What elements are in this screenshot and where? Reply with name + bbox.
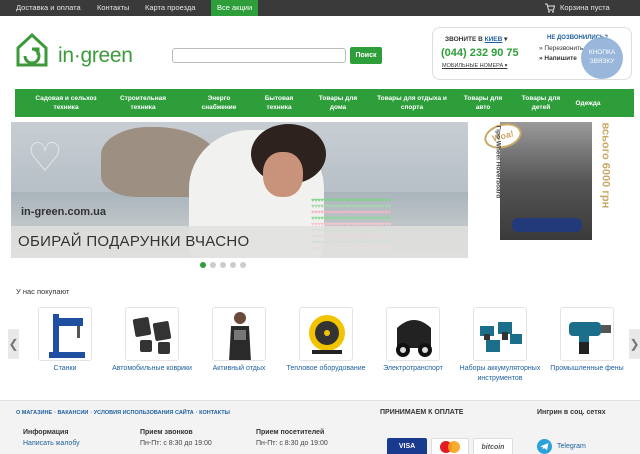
banner-title: ОБИРАЙ ПОДАРУНКИ ВЧАСНО	[11, 226, 468, 258]
product-label[interactable]: Станки	[22, 364, 108, 374]
carousel-prev-button[interactable]: ❮	[8, 329, 19, 359]
side-banner-price: всього 6000 грн	[599, 122, 611, 209]
product-label[interactable]: Электротранспорт	[370, 364, 456, 374]
cart-icon[interactable]	[545, 3, 555, 13]
all-promotions-link[interactable]: Все акции	[211, 0, 259, 16]
telegram-icon[interactable]	[537, 439, 552, 454]
car-mats-icon	[125, 307, 179, 361]
social-title: Ингрин в соц. сетях	[537, 409, 606, 416]
top-bar: Доставка и оплата Контакты Карта проезда…	[0, 0, 640, 16]
nav-garden[interactable]: Садовая и сельхоз техника	[23, 89, 109, 117]
nav-energy[interactable]: Энерго снабжение	[193, 89, 245, 117]
product-label[interactable]: Наборы аккумуляторных инструментов	[457, 364, 543, 384]
wetsuit-icon	[212, 307, 266, 361]
mobile-numbers-link[interactable]: МОБИЛЬНЫЕ НОМЕРА ▾	[442, 63, 507, 69]
heater-icon	[299, 307, 353, 361]
hero-banner[interactable]: ♡ in-green.com.ua ♥♥♥♥♥♥♥♥♥♥♥♥♥♥♥♥♥♥♥♥♥♥…	[11, 122, 468, 258]
write-link[interactable]: » Напишите	[539, 55, 577, 62]
slider-dot-1[interactable]	[200, 262, 206, 268]
product-tile[interactable]: Станки	[22, 307, 108, 374]
nav-sport[interactable]: Товары для отдыха и спорта	[373, 89, 451, 117]
logo[interactable]: in·green	[15, 32, 133, 72]
visa-icon: VISA	[387, 438, 427, 454]
product-label[interactable]: Автомобильные коврики	[109, 364, 195, 374]
nav-construction[interactable]: Строительная техника	[111, 89, 175, 117]
product-tile[interactable]: Наборы аккумуляторных инструментов	[457, 307, 543, 384]
nav-kids[interactable]: Товары для детей	[515, 89, 567, 117]
callback-button[interactable]: КНОПКА ЗВЯЗКУ	[581, 37, 623, 79]
nav-clothes[interactable]: Одежда	[573, 89, 603, 117]
telegram-link[interactable]: Telegram	[557, 443, 586, 450]
product-label[interactable]: Активный отдых	[196, 364, 282, 374]
nav-home[interactable]: Товары для дома	[313, 89, 363, 117]
slider-dot-3[interactable]	[220, 262, 226, 268]
cart-link[interactable]: Корзина пуста	[560, 0, 610, 16]
face-shape	[263, 152, 303, 197]
tool-set-icon	[473, 307, 527, 361]
callback-link[interactable]: » Перезвонить	[539, 45, 583, 52]
footer-link-terms[interactable]: УСЛОВИЯ ИСПОЛЬЗОВАНИЯ САЙТА	[94, 410, 194, 416]
product-label[interactable]: Промышленные фены	[544, 364, 630, 374]
contacts-link[interactable]: Контакты	[97, 0, 129, 16]
side-banner[interactable]: Woa! Гіро Wheel Hoverboard всього 6000 г…	[478, 122, 610, 240]
banner-site: in-green.com.ua	[21, 206, 106, 218]
call-label: ЗВОНИТЕ В КИЕВ ▾	[445, 36, 508, 43]
search-button[interactable]: Поиск	[350, 47, 382, 64]
city-select[interactable]: КИЕВ	[485, 36, 503, 43]
house-logo-icon	[16, 32, 48, 67]
bitcoin-icon: bitcoin	[473, 438, 513, 454]
slider-dot-5[interactable]	[240, 262, 246, 268]
info-title: Информация	[23, 429, 69, 436]
payments-title: ПРИНИМАЕМ К ОПЛАТЕ	[380, 409, 464, 416]
product-tile[interactable]: Электротранспорт	[370, 307, 456, 374]
scooter-icon	[386, 307, 440, 361]
complaint-link[interactable]: Написать жалобу	[23, 440, 80, 447]
hearts-outline-icon: ♡	[27, 136, 63, 180]
calls-title: Прием звонков	[140, 429, 193, 436]
product-tile[interactable]: Тепловое оборудование	[283, 307, 369, 374]
visitors-title: Прием посетителей	[256, 429, 325, 436]
logo-text: in·green	[58, 44, 133, 67]
footer-link-about[interactable]: О МАГАЗИНЕ	[16, 410, 52, 416]
products-title: У нас покупают	[16, 287, 70, 296]
footer-link-vacancies[interactable]: ВАКАНСИИ	[58, 410, 89, 416]
footer-link-contacts[interactable]: КОНТАКТЫ	[199, 410, 230, 416]
hoverboard-image	[512, 218, 582, 232]
heat-gun-icon	[560, 307, 614, 361]
drill-machine-icon	[38, 307, 92, 361]
search-input[interactable]	[172, 48, 346, 63]
product-label[interactable]: Тепловое оборудование	[283, 364, 369, 374]
product-tile[interactable]: Промышленные фены	[544, 307, 630, 374]
nav-auto[interactable]: Товары для авто	[459, 89, 507, 117]
visitors-hours: Пн-Пт: с 8:30 до 19:00	[256, 440, 328, 447]
carousel-next-button[interactable]: ❯	[629, 329, 640, 359]
delivery-link[interactable]: Доставка и оплата	[16, 0, 81, 16]
map-link[interactable]: Карта проезда	[145, 0, 195, 16]
slider-dots	[200, 262, 260, 270]
slider-dot-2[interactable]	[210, 262, 216, 268]
product-tile[interactable]: Активный отдых	[196, 307, 282, 374]
slider-dot-4[interactable]	[230, 262, 236, 268]
footer-links: О МАГАЗИНЕ · ВАКАНСИИ · УСЛОВИЯ ИСПОЛЬЗОВА…	[16, 410, 230, 416]
product-tile[interactable]: Автомобильные коврики	[109, 307, 195, 374]
calls-hours: Пн-Пт: с 8:30 до 19:00	[140, 440, 212, 447]
side-banner-text: Гіро Wheel Hoverboard	[494, 125, 502, 199]
main-nav: Садовая и сельхоз техника Строительная т…	[15, 89, 634, 117]
mastercard-icon	[431, 438, 469, 454]
nav-appliances[interactable]: Бытовая техника	[255, 89, 303, 117]
phone-number[interactable]: (044) 232 90 75	[441, 47, 519, 59]
